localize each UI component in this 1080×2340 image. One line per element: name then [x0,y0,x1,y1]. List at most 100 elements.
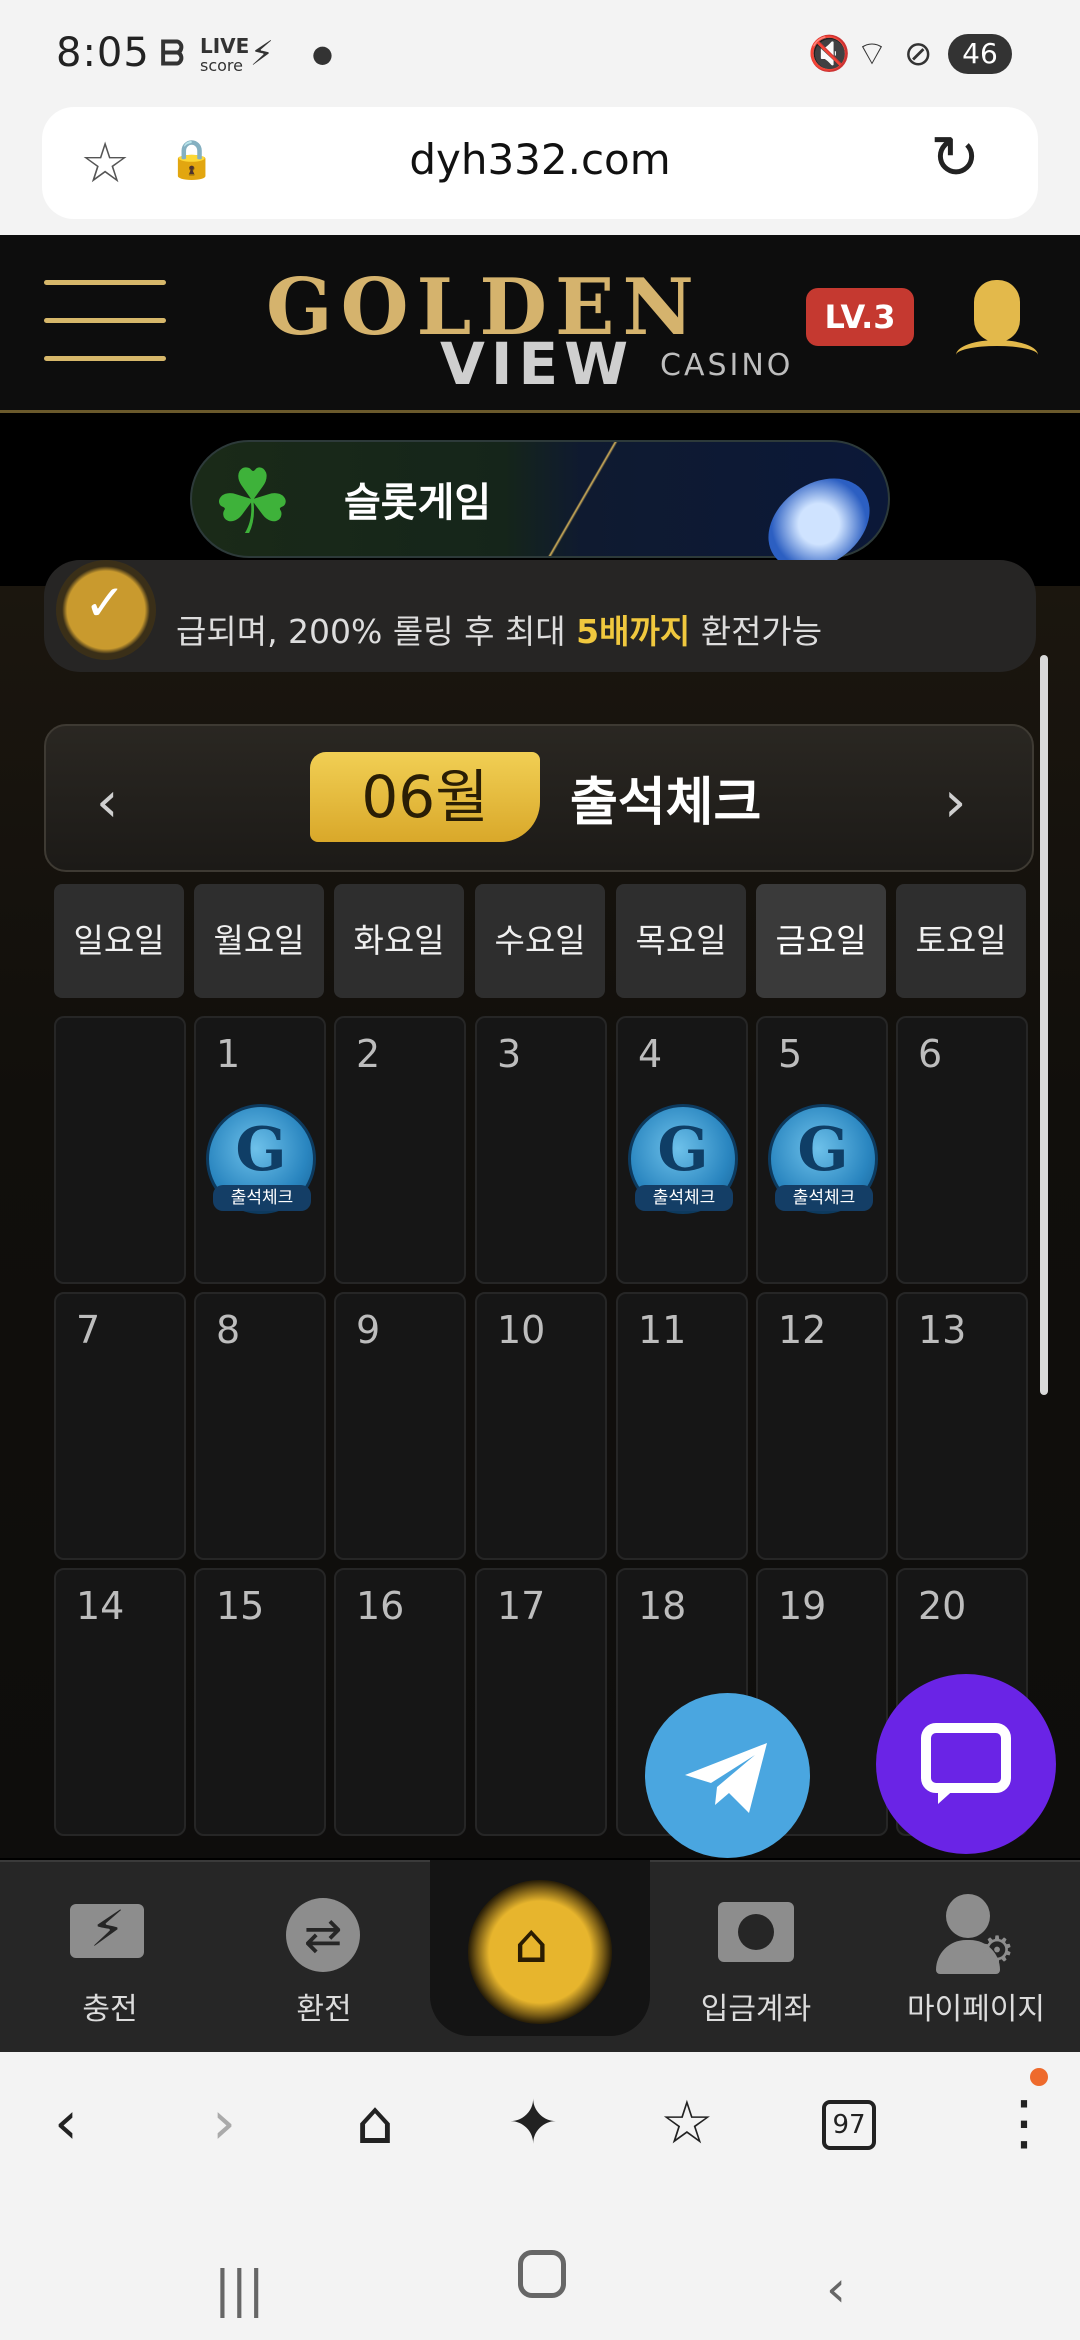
calendar-day[interactable]: 12 [756,1292,888,1560]
attendance-stamp-icon: G 출석체크 [768,1104,878,1214]
calendar-day[interactable]: 8 [194,1292,326,1560]
logo-casino: CASINO [660,348,794,383]
day-number: 14 [76,1584,125,1628]
calendar-day[interactable]: 11 [616,1292,748,1560]
day-number: 15 [216,1584,265,1628]
mypage-icon[interactable]: ⚙ [936,1894,1016,1974]
recent-apps-icon[interactable]: ||| [214,2260,265,2318]
url-text[interactable]: dyh332.com [42,135,1038,184]
calendar-day[interactable] [54,1016,186,1284]
day-number: 2 [356,1032,381,1076]
nav-exchange-label: 환전 [296,1992,352,2027]
stamp-label: 출석체크 [775,1185,873,1211]
stamp-letter: G [797,1115,849,1185]
calendar-day[interactable]: 1 G 출석체크 [194,1016,326,1284]
calendar-day[interactable]: 3 [475,1016,607,1284]
telegram-icon [685,1743,767,1813]
day-number: 4 [638,1032,663,1076]
day-number: 13 [918,1308,967,1352]
back-system-icon[interactable]: ‹ [826,2260,846,2318]
stamp-label: 출석체크 [213,1185,311,1211]
weekday-4: 목요일 [616,884,746,998]
home-button[interactable]: ⌂ [468,1880,612,2024]
weekday-0: 일요일 [54,884,184,998]
home-nav-icon[interactable]: ⌂ [356,2088,394,2158]
reload-icon[interactable]: ↻ [930,123,980,193]
attendance-stamp-icon: G 출석체크 [206,1104,316,1214]
chevron-left-icon[interactable]: ‹ [96,770,118,835]
battery-icon: 46 [948,34,1012,74]
day-number: 3 [497,1032,522,1076]
notification-dot [1030,2068,1048,2086]
banner-label: 슬롯게임 [344,480,492,526]
calendar-day[interactable]: 4 G 출석체크 [616,1016,748,1284]
user-icon[interactable] [954,280,1040,370]
live-label: LIVE [200,34,250,58]
day-number: 16 [356,1584,405,1628]
home-icon: ⌂ [514,1912,549,1975]
calendar-day[interactable]: 13 [896,1292,1028,1560]
day-number: 20 [918,1584,967,1628]
calendar-day[interactable]: 17 [475,1568,607,1836]
day-number: 19 [778,1584,827,1628]
back-icon[interactable]: ‹ [54,2088,78,2158]
status-time: 8:05 [56,30,150,76]
day-number: 7 [76,1308,101,1352]
logo-view: VIEW [440,330,635,398]
calendar-day[interactable]: 15 [194,1568,326,1836]
chat-button[interactable] [876,1674,1056,1854]
day-number: 10 [497,1308,546,1352]
calendar-day[interactable]: 5 G 출석체크 [756,1016,888,1284]
tabs-icon[interactable]: 97 [822,2100,876,2150]
stamp-letter: G [235,1115,287,1185]
no-signal-icon: ⊘ [904,34,933,74]
weekday-1: 월요일 [194,884,324,998]
chevron-right-icon[interactable]: › [944,770,966,835]
calendar-day[interactable]: 14 [54,1568,186,1836]
day-number: 18 [638,1584,687,1628]
attendance-stamp-icon: G 출석체크 [628,1104,738,1214]
scrollbar[interactable] [1040,655,1048,1395]
nav-charge-label: 충전 [82,1992,138,2027]
calendar-day[interactable]: 2 [334,1016,466,1284]
month-label: 06월 [310,752,540,842]
calendar-day[interactable]: 16 [334,1568,466,1836]
forward-icon[interactable]: › [212,2088,236,2158]
address-bar[interactable]: ☆ 🔒 dyh332.com ↻ [42,107,1038,219]
weekday-3: 수요일 [475,884,605,998]
bolt-icon: ⚡ [250,34,274,74]
day-number: 5 [778,1032,803,1076]
weekday-2: 화요일 [334,884,464,998]
chat-icon [921,1723,1011,1804]
wifi-icon: ⌔ [856,34,888,74]
more-menu-icon[interactable]: ⋮ [994,2088,1054,2158]
exchange-icon[interactable]: ⇄ [286,1898,360,1972]
notice-highlight: 5배까지 [576,612,691,651]
telegram-button[interactable] [645,1693,810,1858]
day-number: 12 [778,1308,827,1352]
checkmark-icon: ✓ [56,560,156,660]
status-bar: 8:05 ᗷ LIVE score ⚡ ● 🔇 ⌔ ⊘ 46 [0,0,1080,105]
calendar-day[interactable]: 7 [54,1292,186,1560]
day-number: 6 [918,1032,943,1076]
nav-deposit-label: 입금계좌 [700,1992,812,2027]
calendar-day[interactable]: 9 [334,1292,466,1560]
day-number: 11 [638,1308,687,1352]
clover-icon: ☘ [212,450,293,555]
calendar-day[interactable]: 10 [475,1292,607,1560]
weekday-5: 금요일 [756,884,886,998]
day-number: 9 [356,1308,381,1352]
calendar-day[interactable]: 6 [896,1016,1028,1284]
deposit-account-icon[interactable] [718,1902,794,1962]
notice-text: 급되며, 200% 롤링 후 최대 5배까지 환전가능 [176,612,823,651]
bookmarks-icon[interactable]: ☆ [660,2088,714,2158]
page-title: 출석체크 [570,773,762,833]
level-badge: LV.3 [806,288,914,346]
day-number: 8 [216,1308,241,1352]
weekday-6: 토요일 [896,884,1026,998]
dot-icon: ● [312,40,333,68]
mute-icon: 🔇 [808,34,851,74]
day-number: 1 [216,1032,241,1076]
home-system-icon[interactable] [518,2250,566,2298]
sparkle-icon[interactable]: ✦ [508,2088,558,2158]
